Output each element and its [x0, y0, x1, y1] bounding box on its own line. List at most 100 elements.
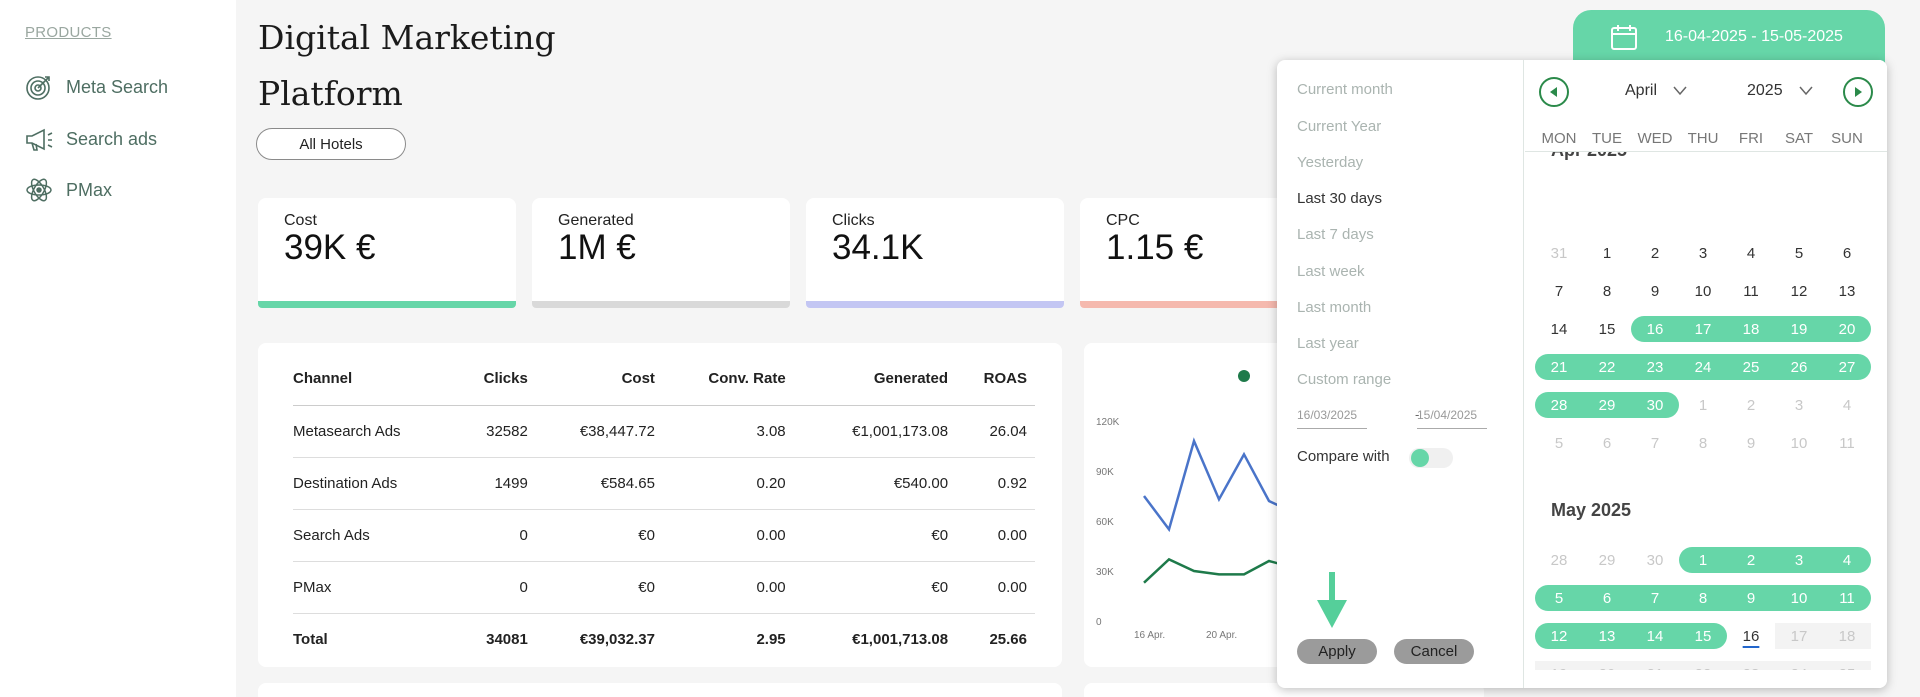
calendar-day[interactable]: 16	[1631, 316, 1679, 342]
chevron-down-icon	[1799, 86, 1813, 96]
calendar-day[interactable]: 13	[1583, 623, 1631, 649]
calendar-day[interactable]: 31	[1535, 240, 1583, 266]
calendar-day[interactable]: 3	[1679, 240, 1727, 266]
table-row[interactable]: PMax 0 €0 0.00 €0 0.00	[293, 561, 1035, 614]
calendar-day[interactable]: 15	[1583, 316, 1631, 342]
calendar-day[interactable]: 8	[1583, 278, 1631, 304]
sidebar-item-search-ads[interactable]: Search ads	[24, 124, 157, 154]
calendar-day[interactable]: 26	[1775, 354, 1823, 380]
calendar-day-today[interactable]: 16	[1727, 623, 1775, 649]
calendar-day[interactable]: 1	[1679, 392, 1727, 418]
cancel-button[interactable]: Cancel	[1394, 639, 1474, 664]
table-cell: €0	[527, 509, 655, 562]
calendar-day[interactable]: 10	[1775, 585, 1823, 611]
sidebar-item-meta-search[interactable]: Meta Search	[24, 72, 168, 102]
calendar-day[interactable]: 4	[1823, 547, 1871, 573]
month-select[interactable]: April	[1625, 82, 1687, 100]
preset-custom-range[interactable]: Custom range	[1297, 371, 1391, 388]
calendar-day[interactable]: 28	[1535, 392, 1583, 418]
preset-last-week[interactable]: Last week	[1297, 263, 1365, 280]
calendar-day[interactable]: 24	[1679, 354, 1727, 380]
calendar-day[interactable]: 14	[1631, 623, 1679, 649]
custom-from-input[interactable]: 16/03/2025	[1297, 408, 1367, 429]
calendar-day[interactable]: 25	[1727, 354, 1775, 380]
calendar-day[interactable]: 23	[1631, 354, 1679, 380]
weekday-label: SUN	[1831, 130, 1863, 147]
calendar-day[interactable]: 17	[1679, 316, 1727, 342]
calendar-day[interactable]: 10	[1679, 278, 1727, 304]
column-header[interactable]: Clicks	[453, 353, 528, 406]
calendar-day[interactable]: 3	[1775, 392, 1823, 418]
calendar-day[interactable]: 9	[1727, 430, 1775, 456]
prev-month-button[interactable]	[1539, 77, 1569, 107]
calendar-day[interactable]: 22	[1583, 354, 1631, 380]
table-row[interactable]: Search Ads 0 €0 0.00 €0 0.00	[293, 509, 1035, 562]
calendar-day[interactable]: 12	[1535, 623, 1583, 649]
calendar-day[interactable]: 13	[1823, 278, 1871, 304]
column-header[interactable]: Conv. Rate	[654, 353, 786, 406]
calendar-day[interactable]: 6	[1583, 430, 1631, 456]
preset-last-month[interactable]: Last month	[1297, 299, 1371, 316]
table-row[interactable]: Destination Ads 1499 €584.65 0.20 €540.0…	[293, 457, 1035, 510]
next-month-button[interactable]	[1843, 77, 1873, 107]
calendar-day[interactable]: 8	[1679, 430, 1727, 456]
channel-table: Channel Clicks Cost Conv. Rate Generated…	[293, 353, 1035, 665]
year-select[interactable]: 2025	[1747, 82, 1813, 100]
calendar-day[interactable]: 4	[1823, 392, 1871, 418]
calendar-day[interactable]: 30	[1631, 547, 1679, 573]
calendar-day[interactable]: 8	[1679, 585, 1727, 611]
calendar-day[interactable]: 1	[1679, 547, 1727, 573]
calendar-day[interactable]: 2	[1727, 392, 1775, 418]
column-header[interactable]: Generated	[785, 353, 949, 406]
preset-last-year[interactable]: Last year	[1297, 335, 1359, 352]
calendar-day[interactable]: 29	[1583, 547, 1631, 573]
calendar-day[interactable]: 7	[1631, 430, 1679, 456]
compare-toggle[interactable]	[1409, 448, 1453, 468]
calendar-day[interactable]: 21	[1535, 354, 1583, 380]
preset-last-30-days[interactable]: Last 30 days	[1297, 190, 1382, 207]
calendar-day[interactable]: 10	[1775, 430, 1823, 456]
calendar-day[interactable]: 14	[1535, 316, 1583, 342]
preset-current-year[interactable]: Current Year	[1297, 118, 1381, 135]
calendar-day[interactable]: 6	[1583, 585, 1631, 611]
calendar-day[interactable]: 11	[1727, 278, 1775, 304]
calendar-day[interactable]: 15	[1679, 623, 1727, 649]
calendar-day[interactable]: 28	[1535, 547, 1583, 573]
hotel-filter-button[interactable]: All Hotels	[256, 128, 406, 160]
calendar-day[interactable]: 5	[1535, 430, 1583, 456]
calendar-day[interactable]: 20	[1823, 316, 1871, 342]
custom-to-input[interactable]: 15/04/2025	[1417, 408, 1487, 429]
calendar-day[interactable]: 11	[1823, 430, 1871, 456]
calendar-day[interactable]: 9	[1631, 278, 1679, 304]
calendar-day[interactable]: 5	[1775, 240, 1823, 266]
calendar-day[interactable]: 19	[1775, 316, 1823, 342]
calendar-day[interactable]: 2	[1727, 547, 1775, 573]
calendar-day[interactable]: 1	[1583, 240, 1631, 266]
column-header[interactable]: Cost	[527, 353, 655, 406]
apply-button[interactable]: Apply	[1297, 639, 1377, 664]
weekday-label: SAT	[1784, 130, 1814, 147]
calendar-day[interactable]: 2	[1631, 240, 1679, 266]
preset-last-7-days[interactable]: Last 7 days	[1297, 226, 1374, 243]
calendar-day[interactable]: 11	[1823, 585, 1871, 611]
calendar-day[interactable]: 18	[1727, 316, 1775, 342]
calendar-day[interactable]: 7	[1631, 585, 1679, 611]
calendar-day[interactable]: 29	[1583, 392, 1631, 418]
calendar-day[interactable]: 4	[1727, 240, 1775, 266]
column-header[interactable]: Channel	[293, 353, 453, 406]
date-range-button[interactable]: 16-04-2025 - 15-05-2025	[1573, 10, 1885, 64]
calendar-day[interactable]: 30	[1631, 392, 1679, 418]
calendar-day[interactable]: 12	[1775, 278, 1823, 304]
sidebar-item-pmax[interactable]: PMax	[24, 175, 112, 205]
table-row[interactable]: Metasearch Ads 32582 €38,447.72 3.08 €1,…	[293, 405, 1035, 458]
calendar-day[interactable]: 7	[1535, 278, 1583, 304]
column-header[interactable]: ROAS	[948, 353, 1035, 406]
sidebar: PRODUCTS Meta Search Search ads PMax	[0, 0, 236, 697]
calendar-day[interactable]: 5	[1535, 585, 1583, 611]
calendar-day[interactable]: 3	[1775, 547, 1823, 573]
preset-current-month[interactable]: Current month	[1297, 81, 1393, 98]
calendar-day[interactable]: 27	[1823, 354, 1871, 380]
calendar-day[interactable]: 9	[1727, 585, 1775, 611]
preset-yesterday[interactable]: Yesterday	[1297, 154, 1363, 171]
calendar-day[interactable]: 6	[1823, 240, 1871, 266]
